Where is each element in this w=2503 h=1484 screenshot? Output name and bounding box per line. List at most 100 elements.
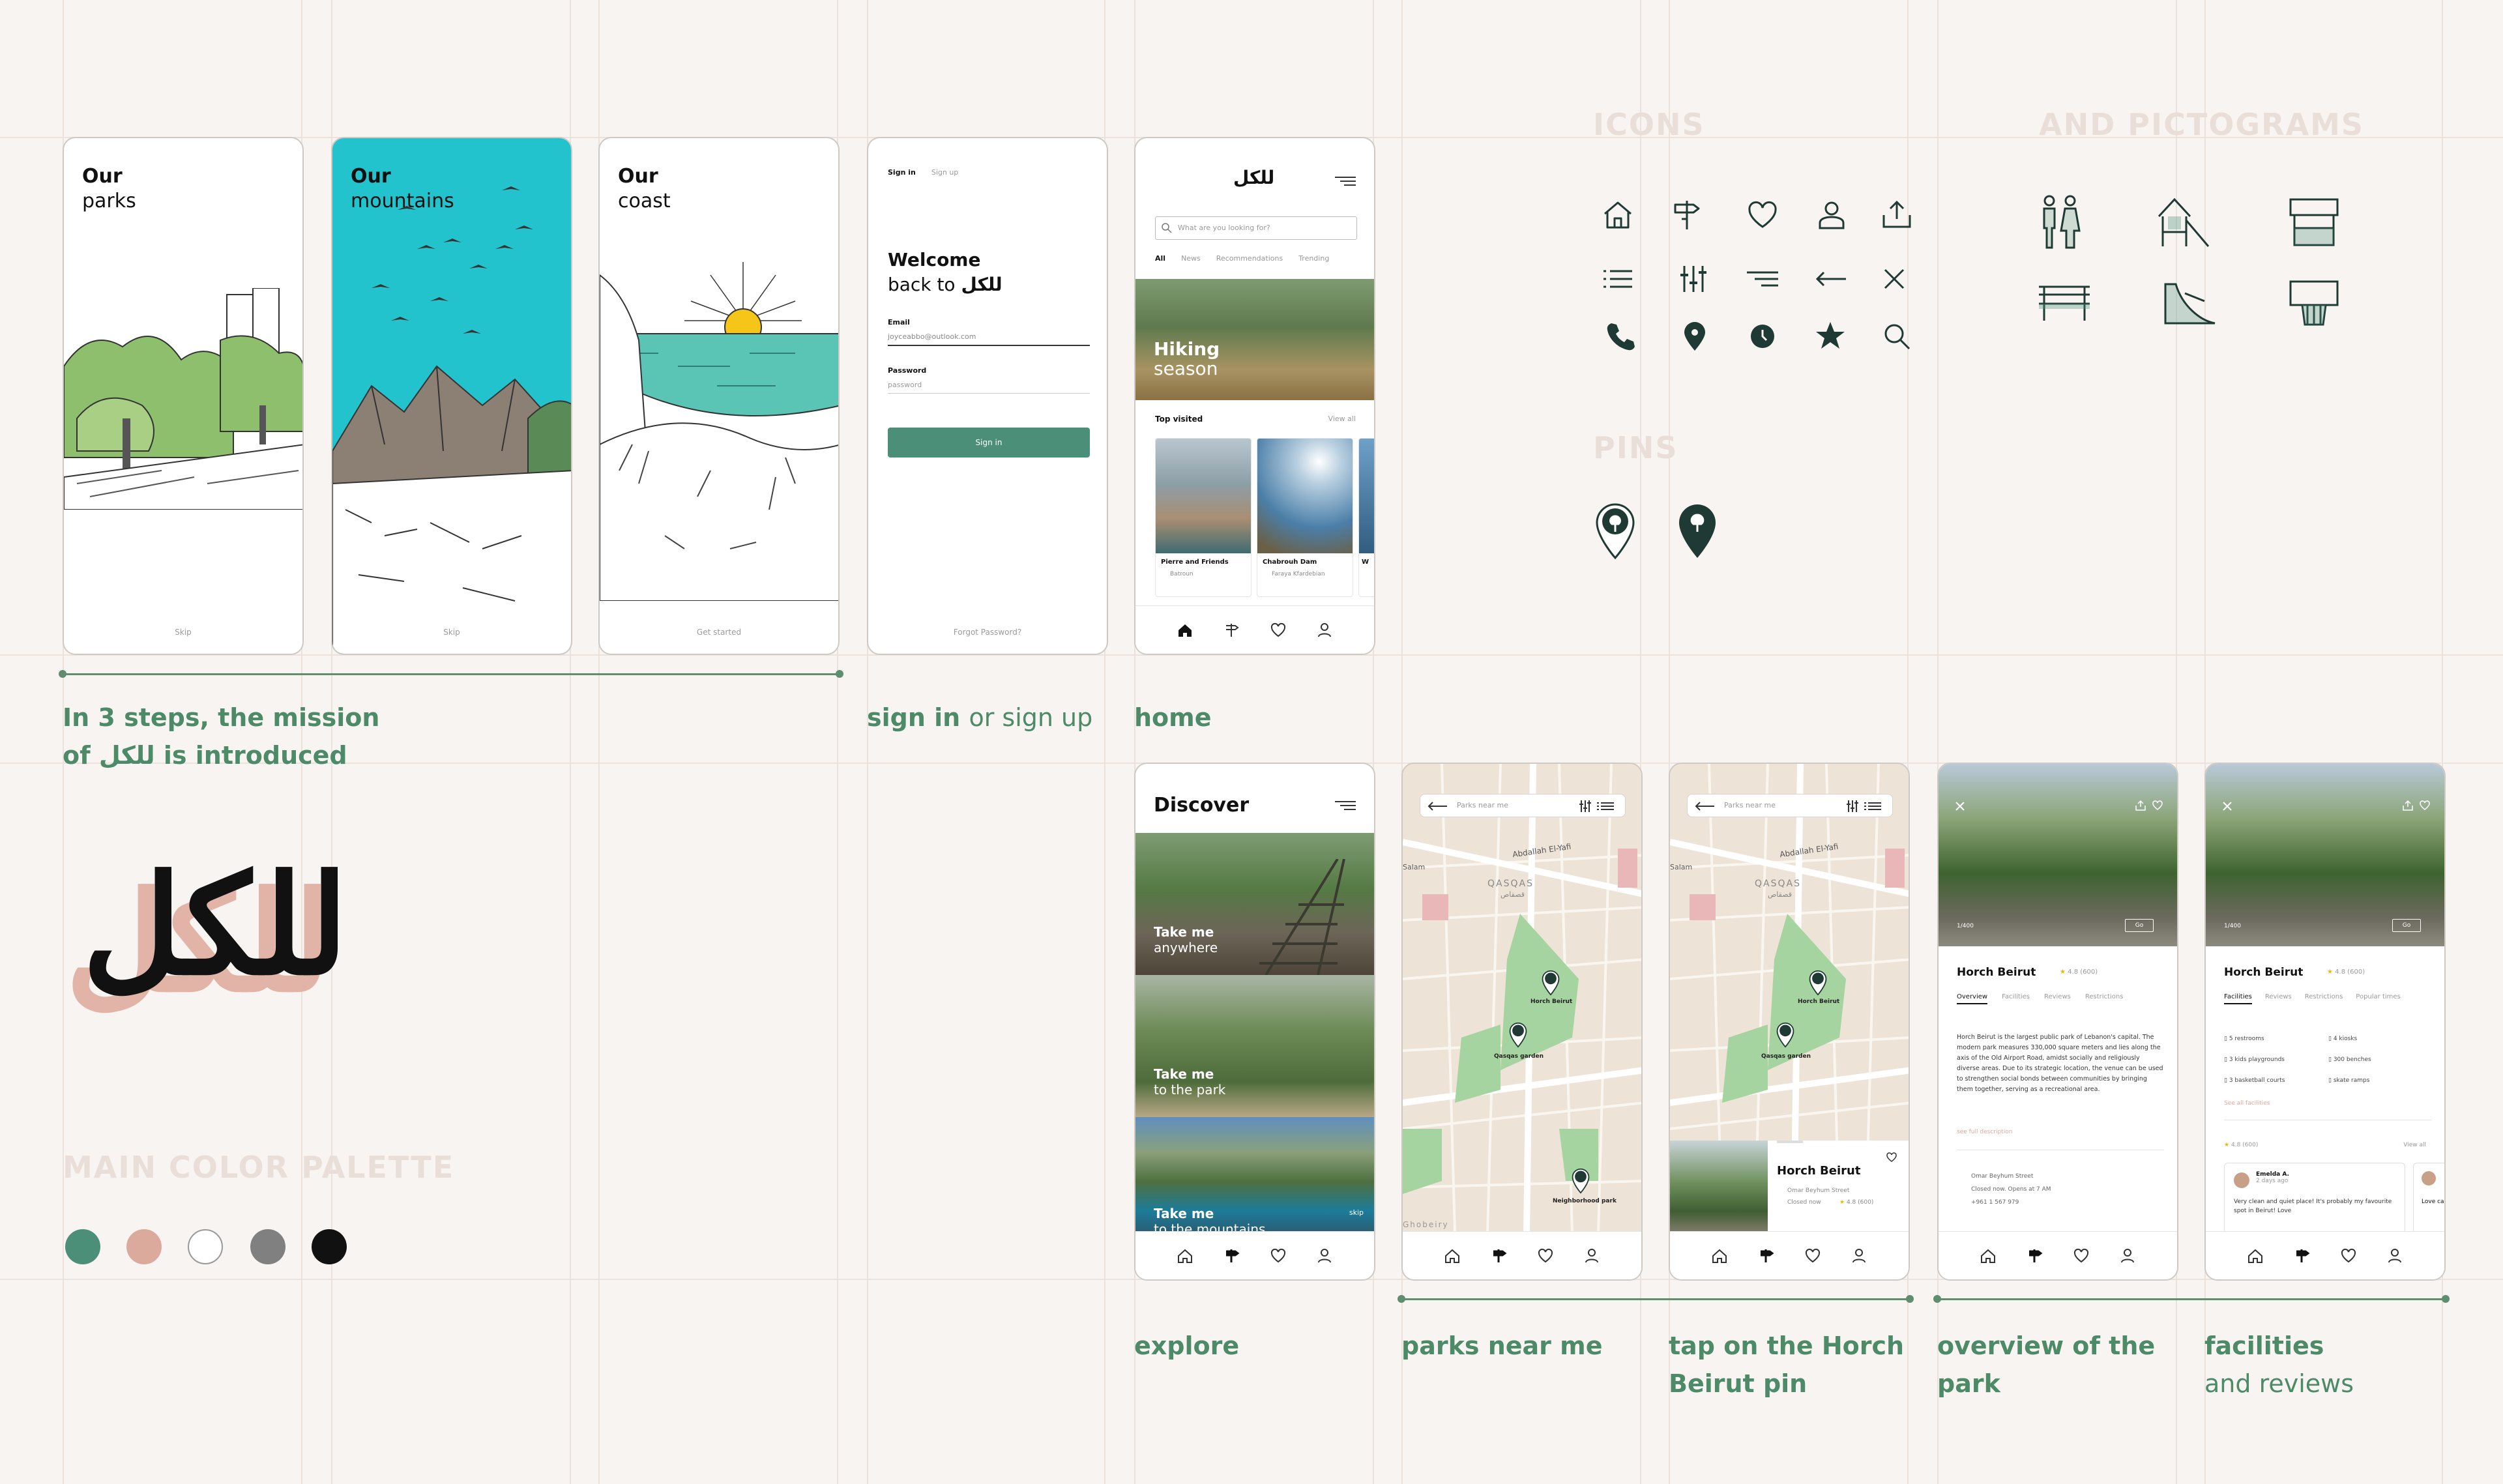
- pin-detail-card[interactable]: Horch Beirut Omar Beyhum Street Closed n…: [1670, 1141, 1909, 1235]
- see-full-description-link[interactable]: see full description: [1957, 1129, 2012, 1135]
- menu-icon[interactable]: [1335, 800, 1356, 811]
- heart-icon[interactable]: [2420, 800, 2430, 811]
- menu-icon[interactable]: [1335, 176, 1356, 186]
- hero-image[interactable]: Hiking season: [1135, 279, 1374, 400]
- home-icon[interactable]: [1176, 621, 1194, 639]
- signpost-icon[interactable]: [1222, 1247, 1240, 1265]
- list-icon[interactable]: [1597, 802, 1614, 811]
- explore-mountains-card[interactable]: Take me to the mountains skip: [1135, 1117, 1374, 1237]
- view-all-reviews-link[interactable]: View all: [2403, 1142, 2426, 1148]
- signpost-icon[interactable]: [1757, 1247, 1775, 1265]
- caption-overview-2: park: [1937, 1369, 2000, 1398]
- tab-popular-times[interactable]: Popular times: [2356, 993, 2400, 1004]
- map-label: Qasqas garden: [1494, 1053, 1544, 1060]
- home-icon[interactable]: [1176, 1247, 1194, 1265]
- tab-reviews[interactable]: Reviews: [2265, 993, 2292, 1004]
- pictograms-heading: AND PICTOGRAMS: [2039, 107, 2365, 142]
- home-icon[interactable]: [2246, 1247, 2264, 1265]
- view-all-link[interactable]: View all: [1328, 415, 1356, 423]
- tab-restrictions[interactable]: Restrictions: [2305, 993, 2343, 1004]
- signpost-icon[interactable]: [1222, 621, 1240, 639]
- review-card[interactable]: Love calm: [2413, 1163, 2444, 1234]
- park-photo[interactable]: 1/400 Go: [1939, 764, 2177, 946]
- explore-anywhere-card[interactable]: Take me anywhere: [1135, 833, 1374, 975]
- home-icon[interactable]: [1443, 1247, 1461, 1265]
- map-label: Qasqas garden: [1761, 1053, 1811, 1060]
- home-icon[interactable]: [1710, 1247, 1729, 1265]
- tab-overview[interactable]: Overview: [1957, 993, 1988, 1004]
- password-field[interactable]: password: [888, 381, 1090, 394]
- heart-icon[interactable]: [1269, 1247, 1287, 1265]
- tab-sign-in[interactable]: Sign in: [888, 168, 916, 177]
- map-pin-horch-beirut[interactable]: [1541, 970, 1560, 996]
- user-icon[interactable]: [1315, 1247, 1334, 1265]
- heart-icon[interactable]: [2152, 800, 2163, 811]
- review-card[interactable]: Emelda A. 2 days ago Very clean and quie…: [2224, 1163, 2405, 1234]
- arrow-left-icon[interactable]: [1695, 802, 1714, 811]
- park-photo[interactable]: 1/400 Go: [2206, 764, 2444, 946]
- place-card[interactable]: Pierre and Friends Batroun: [1155, 438, 1252, 597]
- place-card[interactable]: W: [1358, 438, 1374, 597]
- parks-search-input[interactable]: Parks near me: [1687, 794, 1893, 817]
- go-button[interactable]: Go: [2392, 919, 2421, 932]
- map-pin-qasqas-garden[interactable]: [1776, 1022, 1795, 1048]
- see-all-facilities-link[interactable]: See all facilities: [2224, 1100, 2270, 1107]
- caption-facilities-2: and reviews: [2204, 1369, 2354, 1398]
- heart-icon[interactable]: [2339, 1247, 2358, 1265]
- tab-news[interactable]: News: [1181, 254, 1201, 263]
- skip-link[interactable]: Skip: [332, 628, 571, 637]
- tab-facilities[interactable]: Facilities: [2224, 993, 2252, 1004]
- tab-reviews[interactable]: Reviews: [2044, 993, 2071, 1004]
- pin-tapped-screen: Salam Abdallah El-Yafi QASQAS قصقاص Horc…: [1669, 763, 1910, 1281]
- close-icon[interactable]: [2223, 802, 2232, 811]
- get-started-link[interactable]: Get started: [600, 628, 838, 637]
- tab-restrictions[interactable]: Restrictions: [2085, 993, 2124, 1004]
- list-icon[interactable]: [1864, 802, 1881, 811]
- tab-recommendations[interactable]: Recommendations: [1216, 254, 1283, 263]
- user-icon[interactable]: [1315, 621, 1334, 639]
- map-view[interactable]: Salam Abdallah El-Yafi QASQAS قصقاص Horc…: [1403, 764, 1641, 1234]
- park-title: Horch Beirut: [1957, 966, 2036, 979]
- tab-facilities[interactable]: Facilities: [2002, 993, 2030, 1004]
- map-pin-neighborhood-park[interactable]: [1571, 1168, 1590, 1194]
- share-icon[interactable]: [2403, 800, 2413, 811]
- close-icon[interactable]: [1955, 802, 1965, 811]
- email-field[interactable]: joyceabbo@outlook.com: [888, 332, 1090, 346]
- home-icon[interactable]: [1979, 1247, 1997, 1265]
- map-pin-horch-beirut[interactable]: [1808, 970, 1828, 996]
- signpost-icon[interactable]: [1489, 1247, 1508, 1265]
- user-icon[interactable]: [2386, 1247, 2404, 1265]
- user-icon[interactable]: [2118, 1247, 2137, 1265]
- skip-link[interactable]: Skip: [64, 628, 302, 637]
- sliders-icon[interactable]: [1846, 800, 1859, 812]
- place-card[interactable]: Chabrouh Dam Faraya Kfardebian: [1257, 438, 1353, 597]
- forgot-password-link[interactable]: Forgot Password?: [868, 628, 1107, 637]
- sliders-icon[interactable]: [1579, 800, 1592, 812]
- map-pin-qasqas-garden[interactable]: [1508, 1022, 1528, 1048]
- sign-in-button[interactable]: Sign in: [888, 428, 1090, 458]
- skip-link[interactable]: skip: [1349, 1208, 1364, 1217]
- heart-icon[interactable]: [2072, 1247, 2090, 1265]
- caption-overview: overview of the: [1937, 1331, 2156, 1360]
- basketball-pictogram: [2289, 280, 2339, 326]
- explore-park-card[interactable]: Take me to the park: [1135, 975, 1374, 1117]
- user-icon[interactable]: [1850, 1247, 1868, 1265]
- heart-icon[interactable]: [1269, 621, 1287, 639]
- parks-search-input[interactable]: Parks near me: [1420, 794, 1626, 817]
- tab-trending[interactable]: Trending: [1298, 254, 1329, 263]
- heart-icon[interactable]: [1886, 1152, 1897, 1163]
- user-icon[interactable]: [1583, 1247, 1601, 1265]
- facility-item: ▯ skate ramps: [2328, 1077, 2370, 1084]
- heart-icon[interactable]: [1536, 1247, 1555, 1265]
- heart-icon[interactable]: [1804, 1247, 1822, 1265]
- tab-all[interactable]: All: [1155, 254, 1165, 263]
- review-time: 2 days ago: [2256, 1178, 2289, 1184]
- signpost-icon[interactable]: [2292, 1247, 2311, 1265]
- go-button[interactable]: Go: [2125, 919, 2154, 932]
- tab-sign-up[interactable]: Sign up: [931, 168, 958, 177]
- bottom-nav: [1403, 1231, 1641, 1279]
- search-input[interactable]: What are you looking for?: [1155, 216, 1357, 240]
- signpost-icon[interactable]: [2025, 1247, 2043, 1265]
- share-icon[interactable]: [2135, 800, 2146, 811]
- arrow-left-icon[interactable]: [1427, 802, 1447, 811]
